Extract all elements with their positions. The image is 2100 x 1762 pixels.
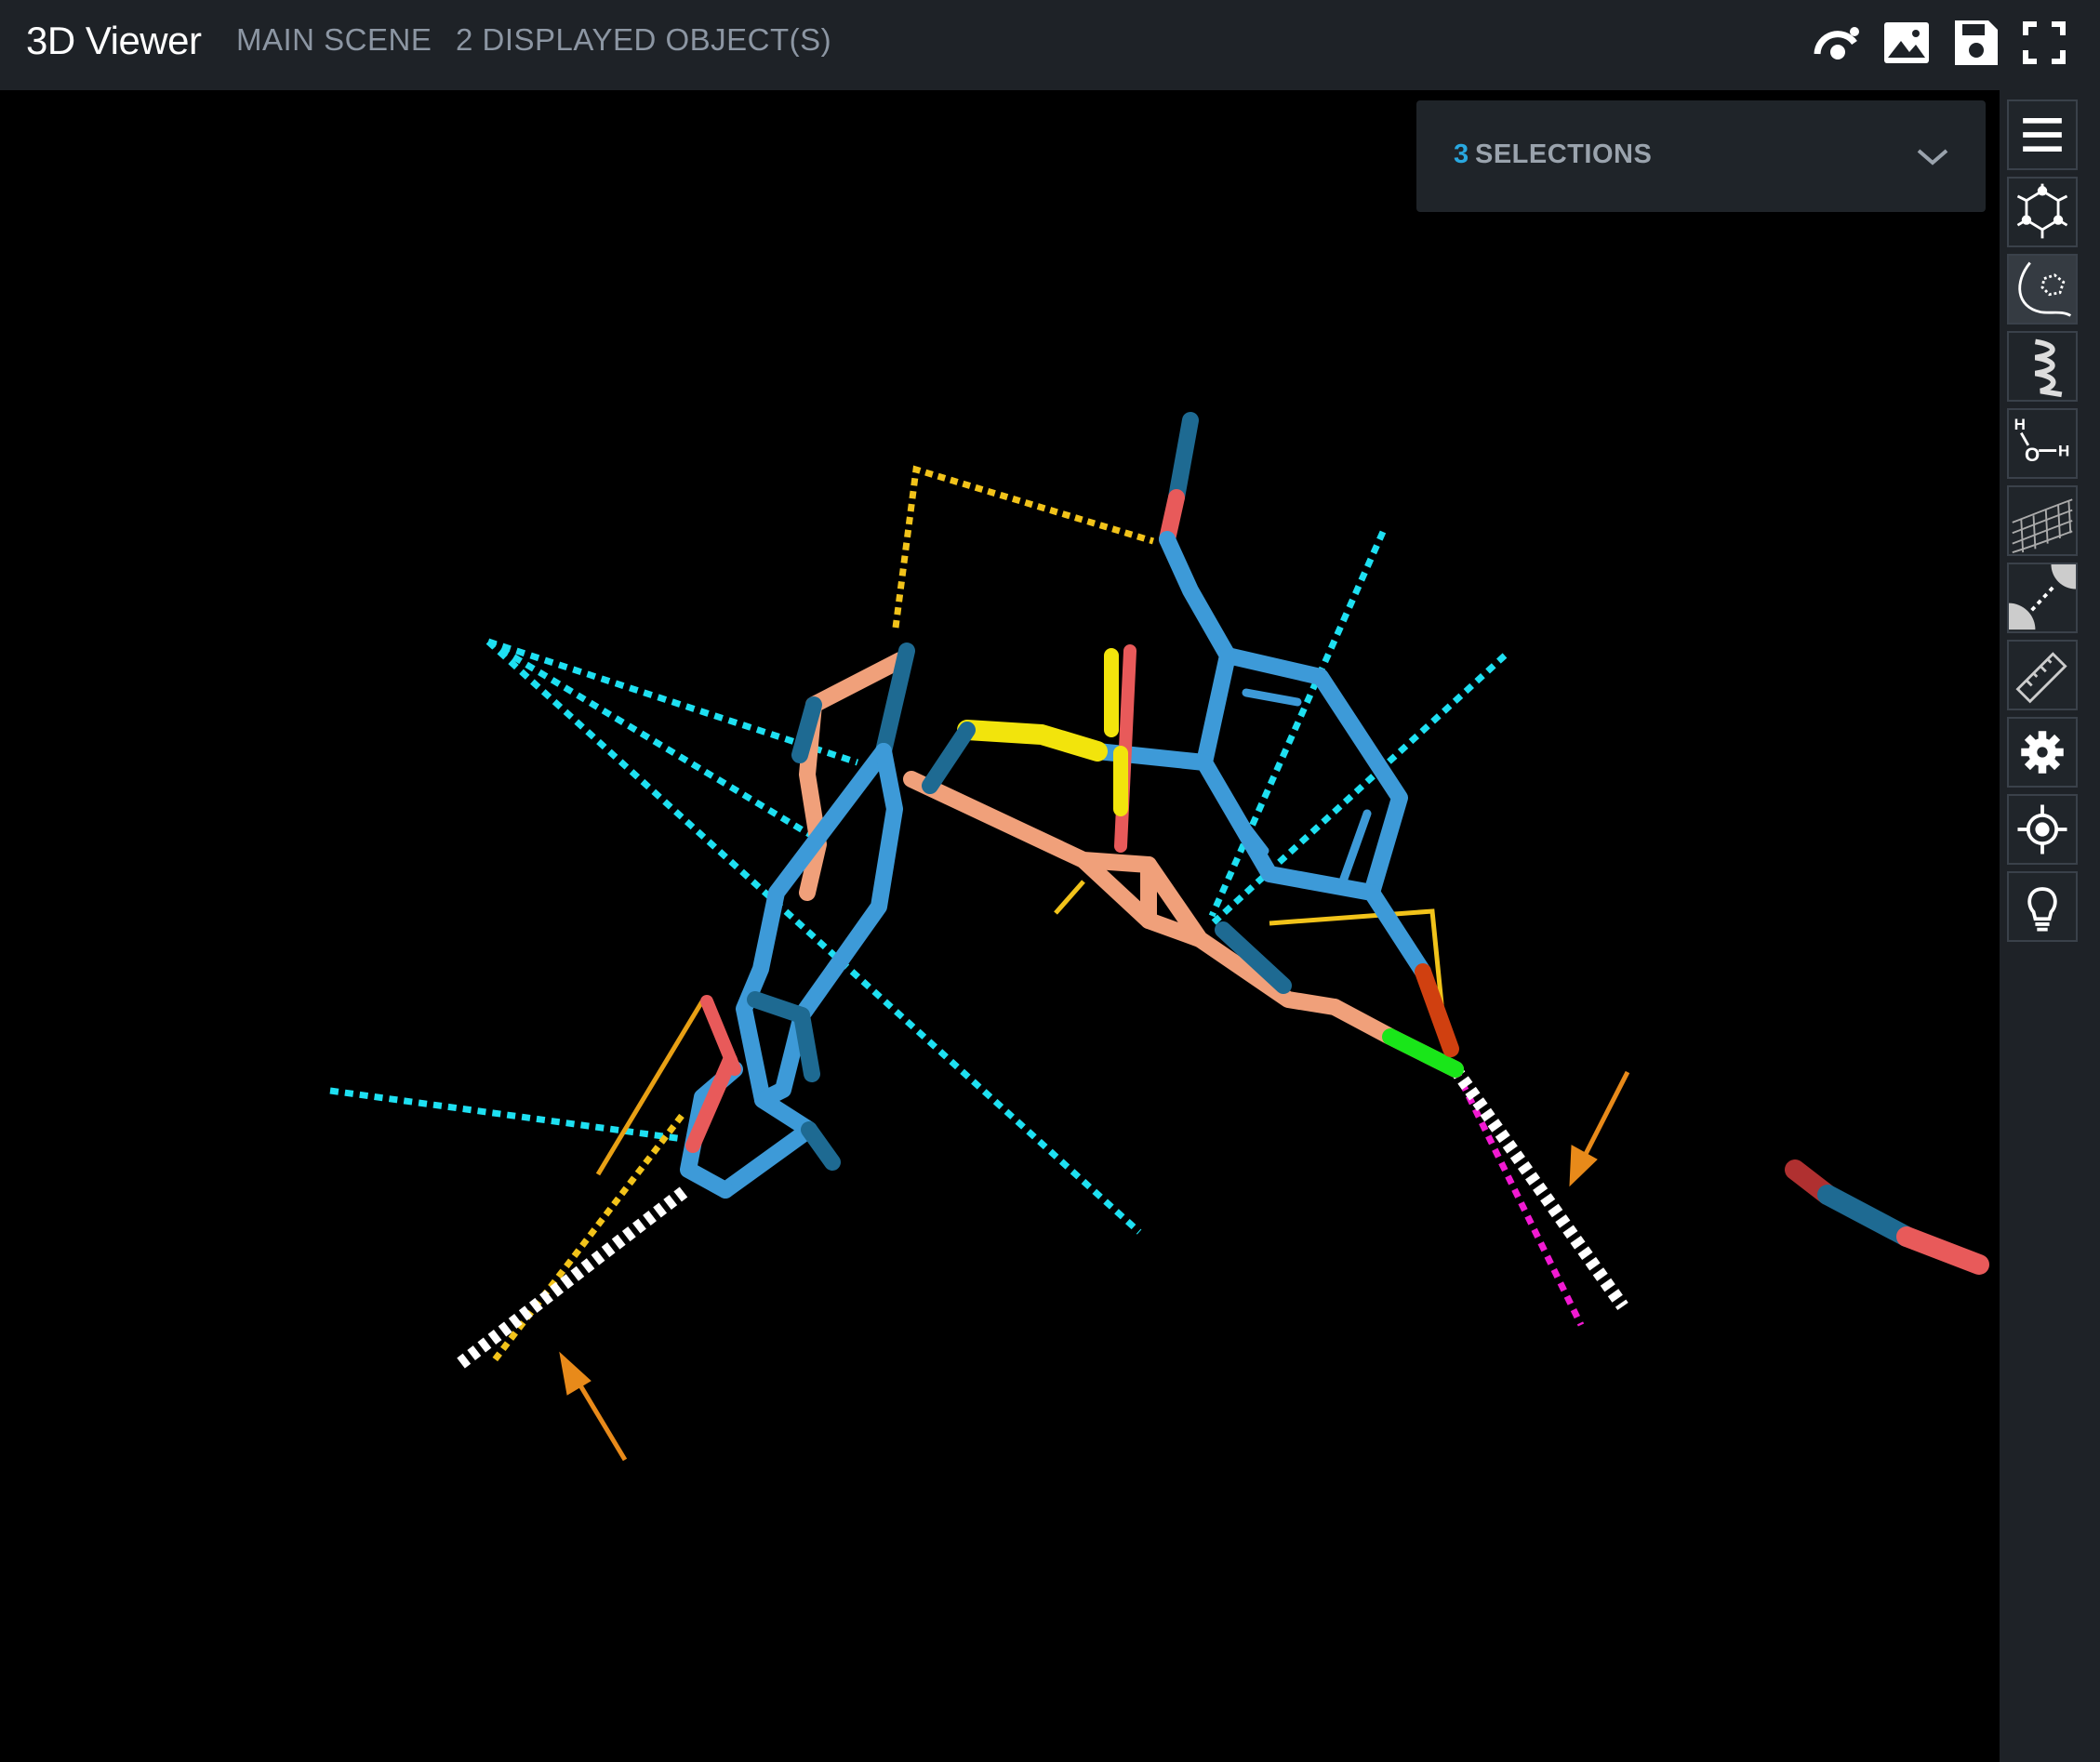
surface-mesh-icon: [2012, 498, 2073, 554]
water-h2-label: H: [2058, 442, 2069, 459]
selections-dropdown[interactable]: 3 SELECTIONS: [1416, 100, 1986, 212]
viewer-header: 3D Viewer MAIN SCENE 2 DISPLAYED OBJECT(…: [0, 0, 2100, 90]
hbond-line: [1054, 880, 1085, 915]
ligand-blue: [680, 412, 1459, 1199]
light-bulb-icon: [2027, 887, 2057, 932]
right-toolbar: H O H: [2000, 90, 2100, 1762]
menu-button[interactable]: [2007, 99, 2078, 170]
ligand-pocket-button[interactable]: [2007, 254, 2078, 325]
water-icon: H O H: [2014, 416, 2070, 466]
fullscreen-icon[interactable]: [2016, 15, 2072, 71]
snapshot-image-icon[interactable]: [1879, 15, 1934, 71]
ruler-icon: [2015, 652, 2067, 704]
pi-interaction-line: [329, 1087, 684, 1143]
menu-icon: [2023, 118, 2062, 152]
annotation-arrow: [1581, 1070, 1630, 1159]
helix-icon: [2034, 338, 2063, 398]
water-o-label: O: [2025, 444, 2040, 466]
main-scene-tab[interactable]: MAIN SCENE: [236, 22, 432, 58]
chevron-down-icon[interactable]: [1909, 138, 1956, 175]
app-title: 3D Viewer: [26, 19, 202, 62]
solvent-fragment: [1785, 1159, 1989, 1275]
settings-gear-icon: [2021, 731, 2064, 774]
save-icon[interactable]: [1947, 15, 2003, 71]
light-button[interactable]: [2007, 871, 2078, 942]
molecule-button[interactable]: [2007, 177, 2078, 247]
selection-label: SELECTIONS: [1475, 139, 1653, 169]
annotation-arrow: [572, 1374, 628, 1462]
molecule-scene[interactable]: [0, 90, 2000, 1762]
molecule-viewport[interactable]: [0, 90, 2000, 1762]
highlight-dots: [454, 1186, 688, 1371]
molecule-icon: [2016, 183, 2068, 239]
water-h-label: H: [2014, 416, 2026, 433]
displayed-objects-label[interactable]: 2 DISPLAYED OBJECT(S): [456, 22, 831, 58]
halogen-bond-line: [1452, 1067, 1585, 1327]
highlight-dots: [1450, 1065, 1628, 1311]
annotation-arrows: [559, 1070, 1630, 1462]
interaction-button[interactable]: [2007, 563, 2078, 633]
interaction-icon: [2009, 564, 2076, 630]
pi-interaction-line: [486, 638, 816, 841]
annotation-arrowhead: [559, 1351, 591, 1396]
helix-button[interactable]: [2007, 331, 2078, 402]
ligand-pocket-icon: [2018, 261, 2072, 317]
settings-button[interactable]: [2007, 717, 2078, 788]
center-target-icon: [2017, 804, 2067, 855]
surface-mesh-button[interactable]: [2007, 485, 2078, 556]
ruler-button[interactable]: [2007, 640, 2078, 710]
annotation-arrowhead: [1569, 1145, 1598, 1187]
hbond-line: [892, 465, 1155, 629]
hbond-line: [490, 1113, 684, 1365]
center-target-button[interactable]: [2007, 794, 2078, 865]
selection-count: 3: [1454, 139, 1469, 169]
rotate-view-icon[interactable]: [1810, 15, 1866, 71]
water-button[interactable]: H O H: [2007, 408, 2078, 479]
